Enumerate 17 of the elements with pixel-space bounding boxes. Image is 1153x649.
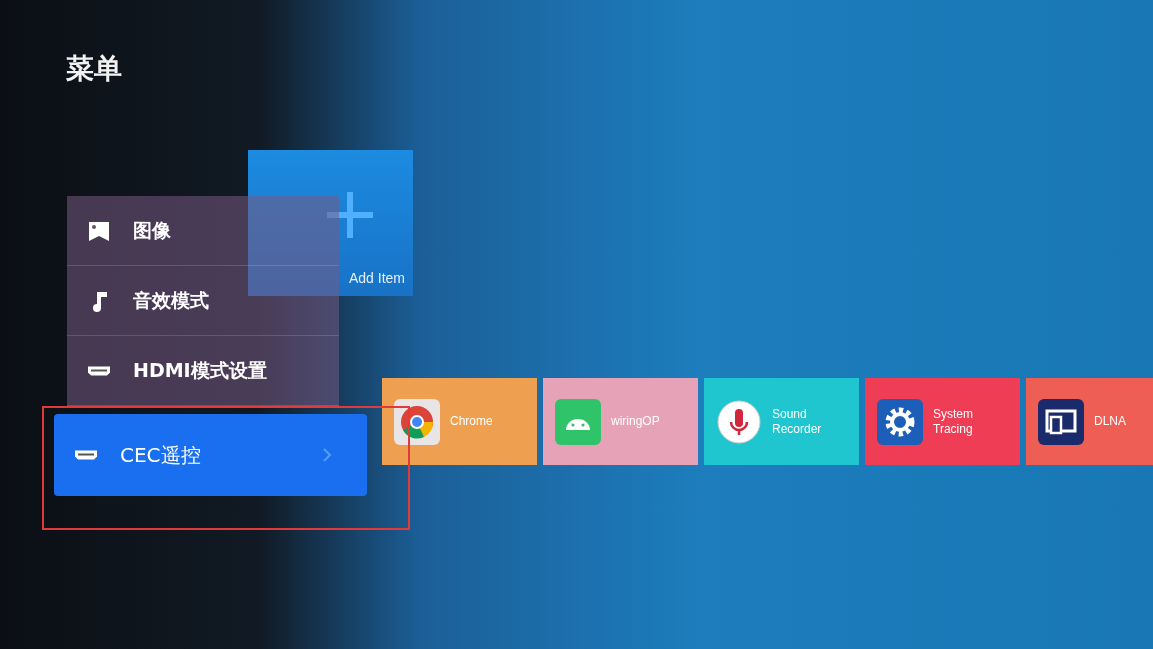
menu-item[interactable]: 图像	[67, 196, 339, 266]
chevron-icon	[321, 447, 333, 463]
app-tile[interactable]: System Tracing	[865, 378, 1020, 465]
gear-icon	[877, 398, 923, 445]
microphone-icon	[716, 398, 762, 445]
app-tile[interactable]: Chrome	[382, 378, 537, 465]
screen-cast-icon	[1038, 398, 1084, 445]
plus-icon	[325, 190, 375, 240]
menu-item[interactable]: CEC遥控	[54, 414, 367, 496]
hdmi-port-icon	[74, 449, 98, 461]
menu-item[interactable]: HDMI模式设置	[67, 336, 339, 406]
menu-title: 菜单	[66, 51, 122, 87]
add-item-tile[interactable]: Add Item	[248, 150, 413, 296]
menu-item[interactable]: 音效模式	[67, 266, 339, 336]
app-tile[interactable]: DLNA	[1026, 378, 1153, 465]
hdmi-port-icon	[87, 364, 111, 377]
android-icon	[555, 398, 601, 445]
